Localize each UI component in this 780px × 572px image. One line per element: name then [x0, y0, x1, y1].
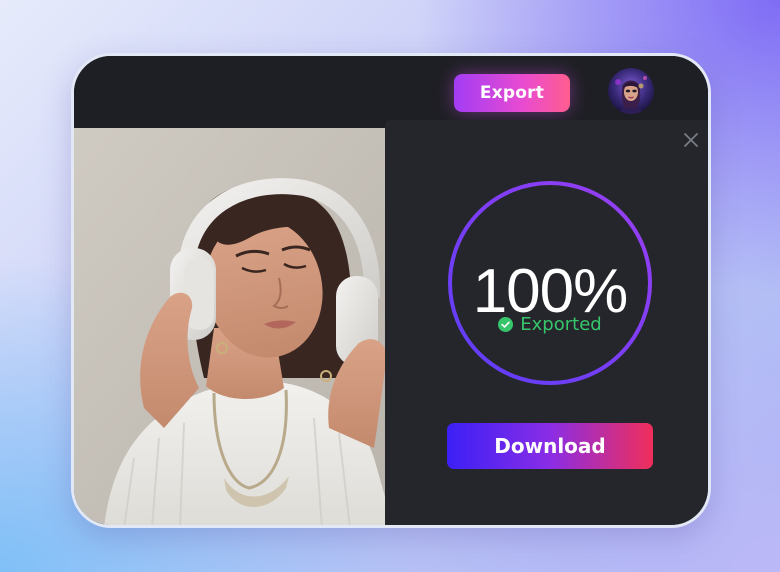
user-avatar[interactable] [608, 68, 654, 114]
download-button[interactable]: Download [447, 423, 653, 469]
export-status: Exported [385, 314, 708, 335]
check-circle-icon [498, 317, 514, 332]
close-icon [684, 133, 698, 147]
video-preview-image [74, 128, 394, 525]
export-panel: 100% Exported Download [385, 120, 708, 525]
close-button[interactable] [681, 130, 701, 150]
avatar-image [608, 68, 654, 114]
top-bar: Export [74, 56, 708, 128]
export-status-label: Exported [520, 314, 602, 335]
app-window: Export 100% Exported Download [71, 53, 711, 528]
export-button[interactable]: Export [454, 74, 570, 112]
